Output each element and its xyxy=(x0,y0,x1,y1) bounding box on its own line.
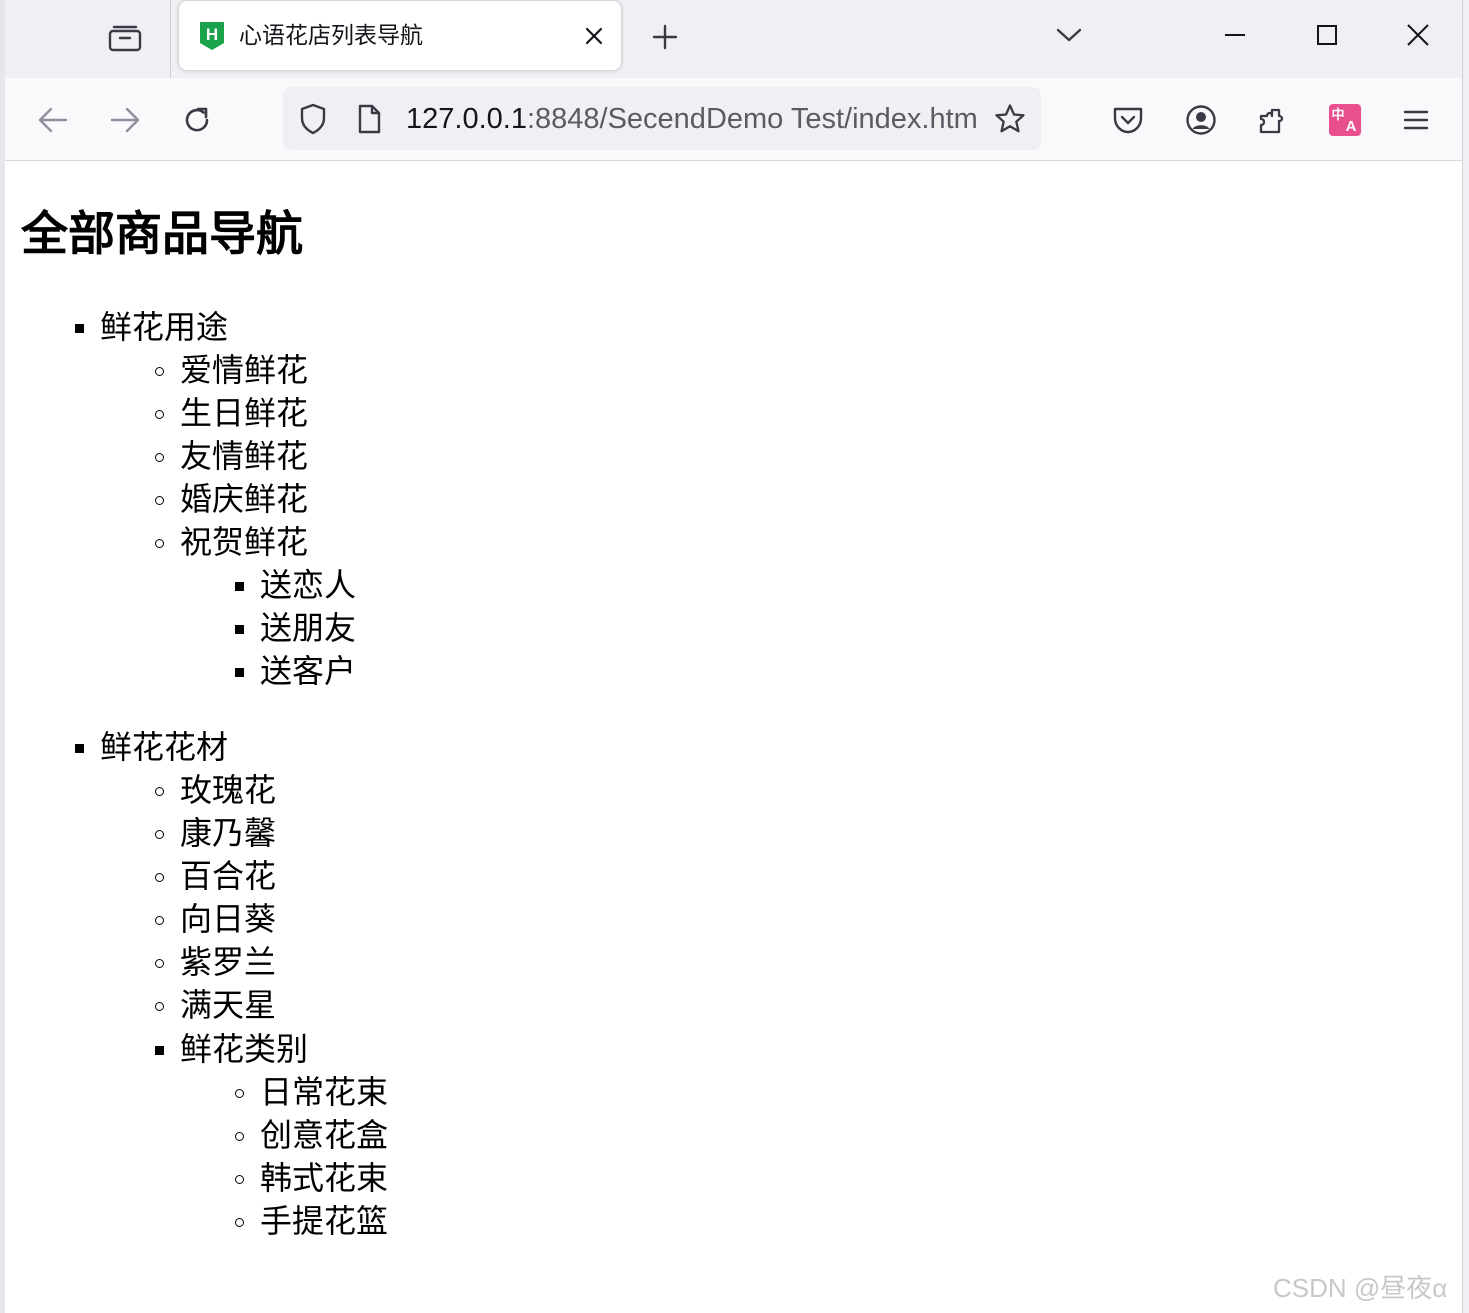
svg-text:中: 中 xyxy=(1331,107,1344,123)
reload-icon xyxy=(185,107,209,132)
square-bullet xyxy=(235,625,244,634)
circle-bullet xyxy=(155,916,164,925)
list-item-nested: 创意花盒 xyxy=(260,1116,389,1154)
tabs-list-icon xyxy=(108,25,142,52)
chevron-down-icon xyxy=(1056,28,1082,42)
circle-bullet xyxy=(155,959,164,968)
list-item: 祝贺鲜花 xyxy=(180,523,309,561)
list-item-nested: 韩式花束 xyxy=(260,1159,389,1197)
list-item-nested: 手提花篮 xyxy=(260,1202,389,1240)
list-all-tabs-button[interactable] xyxy=(1049,15,1089,55)
circle-bullet xyxy=(155,410,164,419)
bookmark-star-button[interactable] xyxy=(993,102,1027,136)
page-icon xyxy=(358,104,381,134)
list-item: 玫瑰花 xyxy=(180,771,277,809)
circle-bullet xyxy=(155,873,164,882)
translate-button[interactable]: 中 A xyxy=(1323,98,1367,142)
url-path: :8848/SecendDemo Test/index.htm xyxy=(526,103,976,135)
svg-text:H: H xyxy=(206,25,218,44)
circle-bullet xyxy=(155,1002,164,1011)
shield-icon xyxy=(300,103,326,135)
new-tab-button[interactable] xyxy=(645,17,685,57)
list-item: 满天星 xyxy=(180,986,277,1024)
circle-bullet xyxy=(155,496,164,505)
extensions-button[interactable] xyxy=(1251,98,1295,142)
list-item: 爱情鲜花 xyxy=(180,351,309,389)
page-content: 全部商品导航 鲜花用途 爱情鲜花 生日鲜花 友情鲜花 婚庆鲜花 祝贺鲜花 送恋人… xyxy=(5,161,1457,1313)
square-bullet xyxy=(155,1046,164,1055)
menu-icon xyxy=(1403,110,1429,130)
tab-close-button[interactable] xyxy=(579,21,609,51)
circle-bullet xyxy=(235,1132,244,1141)
app-menu-button[interactable] xyxy=(1394,98,1438,142)
pocket-icon xyxy=(1113,107,1143,134)
circle-bullet xyxy=(235,1175,244,1184)
list-item-category: 鲜花用途 xyxy=(100,308,229,346)
html-favicon-icon: H xyxy=(199,21,225,51)
list-item-category: 鲜花花材 xyxy=(100,728,229,766)
tracking-protection-button[interactable] xyxy=(297,103,329,135)
square-bullet xyxy=(235,582,244,591)
list-item: 向日葵 xyxy=(180,900,277,938)
forward-arrow-icon xyxy=(110,107,140,133)
window-close-button[interactable] xyxy=(1393,12,1443,58)
tab-active[interactable]: H 心语花店列表导航 xyxy=(179,1,621,70)
reload-button[interactable] xyxy=(175,98,219,142)
list-item: 紫罗兰 xyxy=(180,943,277,981)
circle-bullet xyxy=(155,830,164,839)
close-icon xyxy=(585,27,603,45)
navigation-toolbar: 127.0.0.1:8848/SecendDemo Test/index.htm… xyxy=(5,78,1463,161)
url-text[interactable]: 127.0.0.1:8848/SecendDemo Test/index.htm xyxy=(406,101,976,137)
circle-bullet xyxy=(155,539,164,548)
square-bullet xyxy=(75,744,84,753)
tab-title: 心语花店列表导航 xyxy=(239,23,423,49)
square-bullet xyxy=(235,668,244,677)
star-icon xyxy=(995,104,1025,133)
list-item: 生日鲜花 xyxy=(180,394,309,432)
page-title: 全部商品导航 xyxy=(21,207,303,262)
list-item-nested: 送客户 xyxy=(260,652,357,690)
circle-bullet xyxy=(155,453,164,462)
window-close-icon xyxy=(1407,24,1429,46)
svg-text:A: A xyxy=(1346,118,1357,135)
extensions-icon xyxy=(1259,108,1284,134)
site-info-button[interactable] xyxy=(353,103,385,135)
account-button[interactable] xyxy=(1179,98,1223,142)
back-arrow-icon xyxy=(38,107,68,133)
url-host: 127.0.0.1 xyxy=(406,103,527,135)
back-button[interactable] xyxy=(31,98,75,142)
list-item: 婚庆鲜花 xyxy=(180,480,309,518)
list-item-nested: 送恋人 xyxy=(260,566,357,604)
list-item: 康乃馨 xyxy=(180,814,277,852)
tabs-list-button[interactable] xyxy=(105,17,145,57)
circle-bullet xyxy=(155,367,164,376)
minimize-icon xyxy=(1225,34,1245,36)
url-bar[interactable]: 127.0.0.1:8848/SecendDemo Test/index.htm xyxy=(283,87,1041,150)
tab-separator xyxy=(170,0,171,78)
list-item-subcategory: 鲜花类别 xyxy=(180,1030,309,1068)
background-window-edge-right xyxy=(1462,0,1469,1313)
plus-icon xyxy=(652,24,678,50)
list-item: 百合花 xyxy=(180,857,277,895)
account-icon xyxy=(1186,105,1216,135)
window-maximize-button[interactable] xyxy=(1302,12,1352,58)
circle-bullet xyxy=(235,1089,244,1098)
maximize-icon xyxy=(1317,25,1337,45)
list-item-nested: 日常花束 xyxy=(260,1073,389,1111)
pocket-button[interactable] xyxy=(1106,98,1150,142)
watermark: CSDN @昼夜α xyxy=(1273,1273,1448,1303)
list-item: 友情鲜花 xyxy=(180,437,309,475)
square-bullet xyxy=(75,324,84,333)
forward-button[interactable] xyxy=(103,98,147,142)
tab-bar: H 心语花店列表导航 xyxy=(5,0,1463,78)
translate-icon: 中 A xyxy=(1329,104,1361,136)
list-item-nested: 送朋友 xyxy=(260,609,357,647)
circle-bullet xyxy=(235,1218,244,1227)
window-minimize-button[interactable] xyxy=(1210,12,1260,58)
circle-bullet xyxy=(155,787,164,796)
